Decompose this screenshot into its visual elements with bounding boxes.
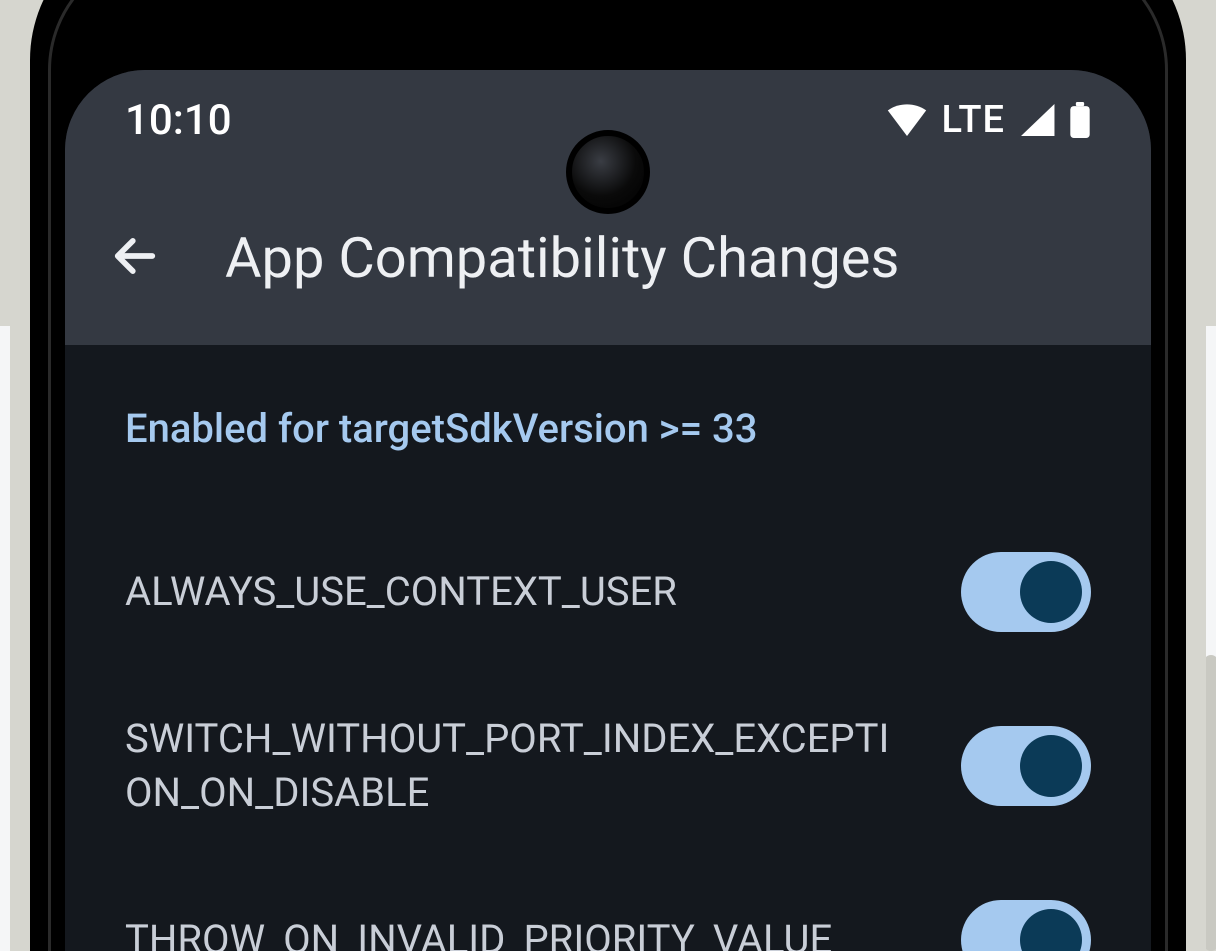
- status-time: 10:10: [125, 96, 232, 145]
- page-title: App Compatibility Changes: [225, 225, 899, 291]
- wifi-icon: [887, 104, 927, 136]
- camera-punch-hole: [566, 130, 650, 214]
- status-icons: LTE: [887, 98, 1091, 142]
- compat-change-label: THROW_ON_INVALID_PRIORITY_VALUE: [125, 913, 921, 951]
- toggle-switch[interactable]: [961, 552, 1091, 632]
- toggle-switch[interactable]: [961, 726, 1091, 806]
- arrow-back-icon: [109, 230, 161, 286]
- cellular-signal-icon: [1019, 104, 1055, 136]
- switch-thumb: [1020, 561, 1082, 623]
- network-type-label: LTE: [941, 98, 1005, 142]
- section-header: Enabled for targetSdkVersion >= 33: [125, 405, 1091, 452]
- compat-change-row[interactable]: ALWAYS_USE_CONTEXT_USER: [125, 512, 1091, 672]
- stage: 10:10 LTE: [0, 0, 1216, 951]
- back-button[interactable]: [105, 228, 165, 288]
- phone-screen: 10:10 LTE: [65, 70, 1151, 951]
- toggle-switch[interactable]: [961, 900, 1091, 951]
- compat-change-row[interactable]: THROW_ON_INVALID_PRIORITY_VALUE: [125, 860, 1091, 951]
- settings-list[interactable]: Enabled for targetSdkVersion >= 33 ALWAY…: [65, 345, 1151, 951]
- compat-change-row[interactable]: SWITCH_WITHOUT_PORT_INDEX_EXCEPTION_ON_D…: [125, 672, 1091, 860]
- compat-change-label: SWITCH_WITHOUT_PORT_INDEX_EXCEPTION_ON_D…: [125, 712, 921, 820]
- compat-change-label: ALWAYS_USE_CONTEXT_USER: [125, 565, 921, 619]
- battery-icon: [1069, 102, 1091, 138]
- switch-thumb: [1020, 735, 1082, 797]
